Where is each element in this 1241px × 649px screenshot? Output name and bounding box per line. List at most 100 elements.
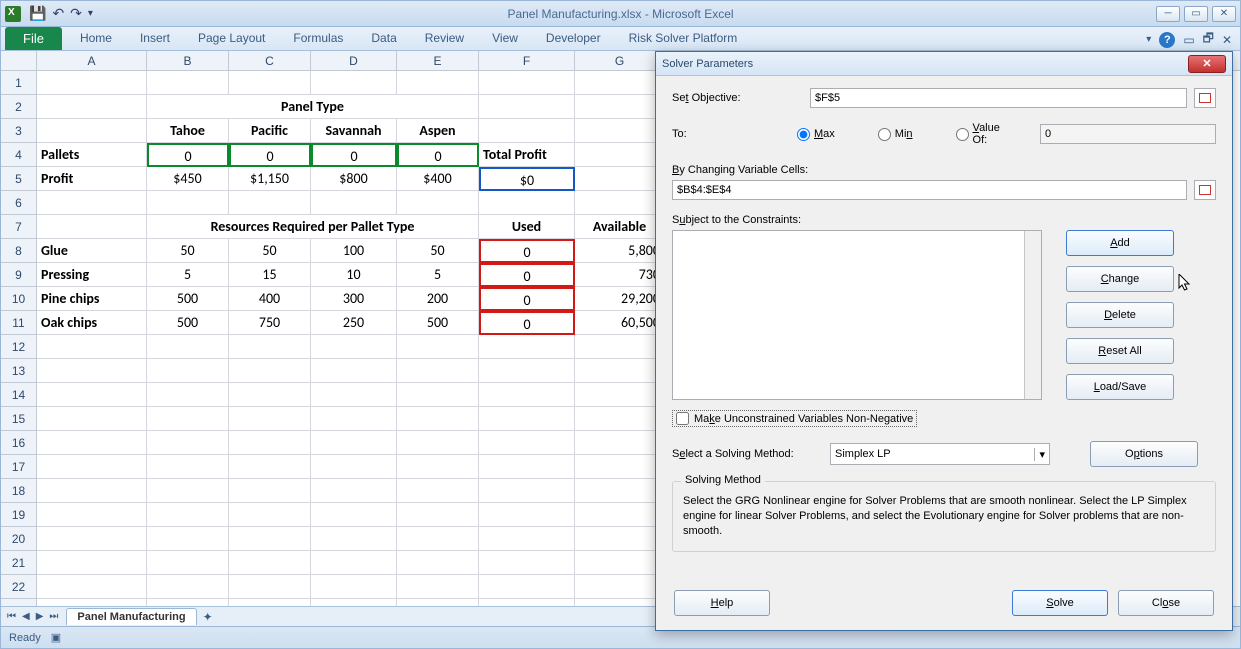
cell[interactable] bbox=[147, 431, 229, 455]
cell[interactable] bbox=[37, 71, 147, 95]
restore-button[interactable]: ▭ bbox=[1184, 6, 1208, 22]
radio-min[interactable]: Min bbox=[878, 128, 913, 141]
cell[interactable]: 300 bbox=[311, 287, 397, 311]
cell[interactable] bbox=[397, 527, 479, 551]
cell[interactable] bbox=[37, 527, 147, 551]
cell[interactable]: 5,800 bbox=[575, 239, 665, 263]
cell[interactable]: $0 bbox=[479, 167, 575, 191]
row-header[interactable]: 12 bbox=[1, 335, 37, 359]
cell[interactable] bbox=[147, 575, 229, 599]
cell[interactable]: 0 bbox=[229, 143, 311, 167]
row-header[interactable]: 18 bbox=[1, 479, 37, 503]
cell[interactable] bbox=[479, 335, 575, 359]
ribbon-tab-review[interactable]: Review bbox=[411, 26, 478, 50]
constraints-list[interactable] bbox=[672, 230, 1042, 400]
set-objective-picker[interactable] bbox=[1194, 88, 1216, 108]
cell[interactable]: 100 bbox=[311, 239, 397, 263]
cell[interactable] bbox=[479, 95, 575, 119]
sheet-nav-first-icon[interactable]: ⏮ bbox=[5, 611, 18, 622]
cell[interactable] bbox=[147, 71, 229, 95]
cell[interactable]: 0 bbox=[479, 239, 575, 263]
file-tab[interactable]: File bbox=[5, 27, 62, 50]
cell[interactable] bbox=[147, 527, 229, 551]
cell[interactable]: Glue bbox=[37, 239, 147, 263]
cell[interactable]: Pine chips bbox=[37, 287, 147, 311]
row-header[interactable]: 9 bbox=[1, 263, 37, 287]
radio-valueof-input[interactable] bbox=[956, 128, 969, 141]
cell[interactable] bbox=[479, 119, 575, 143]
col-header-c[interactable]: C bbox=[229, 51, 311, 70]
cell[interactable] bbox=[229, 527, 311, 551]
ribbon-tab-home[interactable]: Home bbox=[66, 26, 126, 50]
cell[interactable] bbox=[397, 383, 479, 407]
col-header-b[interactable]: B bbox=[147, 51, 229, 70]
row-header[interactable]: 11 bbox=[1, 311, 37, 335]
undo-icon[interactable]: ↶ bbox=[52, 5, 64, 22]
row-header[interactable]: 7 bbox=[1, 215, 37, 239]
row-header[interactable]: 19 bbox=[1, 503, 37, 527]
cell[interactable]: 400 bbox=[229, 287, 311, 311]
cell[interactable] bbox=[147, 455, 229, 479]
sheet-nav-prev-icon[interactable]: ◀ bbox=[20, 611, 32, 622]
radio-max[interactable]: Max bbox=[797, 128, 835, 141]
cell[interactable] bbox=[397, 431, 479, 455]
cell[interactable] bbox=[575, 479, 665, 503]
cell[interactable] bbox=[311, 551, 397, 575]
ribbon-tab-developer[interactable]: Developer bbox=[532, 26, 615, 50]
row-header[interactable]: 1 bbox=[1, 71, 37, 95]
unconstrained-checkbox-input[interactable] bbox=[676, 412, 689, 425]
cell[interactable] bbox=[37, 503, 147, 527]
unconstrained-checkbox[interactable]: Make Unconstrained Variables Non-Negativ… bbox=[672, 410, 917, 427]
col-header-d[interactable]: D bbox=[311, 51, 397, 70]
cell[interactable] bbox=[397, 335, 479, 359]
new-sheet-icon[interactable]: ✦ bbox=[203, 610, 213, 624]
cell[interactable]: 0 bbox=[397, 143, 479, 167]
cell[interactable]: Aspen bbox=[397, 119, 479, 143]
sheet-nav-last-icon[interactable]: ⏭ bbox=[47, 611, 60, 622]
cell[interactable]: 730 bbox=[575, 263, 665, 287]
solve-button[interactable]: Solve bbox=[1012, 590, 1108, 616]
row-header[interactable]: 17 bbox=[1, 455, 37, 479]
row-header[interactable]: 10 bbox=[1, 287, 37, 311]
cell[interactable] bbox=[479, 383, 575, 407]
cell[interactable] bbox=[37, 551, 147, 575]
cell[interactable] bbox=[229, 431, 311, 455]
cell[interactable] bbox=[37, 383, 147, 407]
cell[interactable] bbox=[37, 191, 147, 215]
cell[interactable] bbox=[479, 359, 575, 383]
ribbon-close-icon[interactable]: ✕ bbox=[1222, 33, 1232, 47]
cell[interactable] bbox=[311, 527, 397, 551]
ribbon-restore-icon[interactable]: 🗗 bbox=[1203, 29, 1214, 50]
cell[interactable] bbox=[575, 431, 665, 455]
cell[interactable] bbox=[37, 359, 147, 383]
set-objective-input[interactable] bbox=[810, 88, 1187, 108]
close-button[interactable]: Close bbox=[1118, 590, 1214, 616]
cell[interactable] bbox=[311, 191, 397, 215]
sheet-tab-panel-manufacturing[interactable]: Panel Manufacturing bbox=[66, 608, 196, 625]
cell[interactable]: $800 bbox=[311, 167, 397, 191]
cell[interactable] bbox=[397, 455, 479, 479]
cell[interactable]: Resources Required per Pallet Type bbox=[147, 215, 479, 239]
cell[interactable] bbox=[229, 551, 311, 575]
cell[interactable]: 750 bbox=[229, 311, 311, 335]
row-header[interactable]: 20 bbox=[1, 527, 37, 551]
ribbon-tab-formulas[interactable]: Formulas bbox=[279, 26, 357, 50]
minimize-button[interactable]: ─ bbox=[1156, 6, 1180, 22]
close-window-button[interactable]: ✕ bbox=[1212, 6, 1236, 22]
cell-panel-type[interactable]: Panel Type bbox=[147, 95, 479, 119]
cell[interactable] bbox=[575, 143, 665, 167]
cell[interactable] bbox=[575, 167, 665, 191]
solver-close-button[interactable]: ✕ bbox=[1188, 55, 1226, 73]
cell[interactable] bbox=[479, 503, 575, 527]
ribbon-min-icon[interactable]: ▭ bbox=[1183, 33, 1194, 47]
ribbon-dropdown-icon[interactable]: ▾ bbox=[1146, 34, 1151, 45]
cell[interactable]: 500 bbox=[397, 311, 479, 335]
cell[interactable] bbox=[479, 71, 575, 95]
cell[interactable] bbox=[229, 359, 311, 383]
cell[interactable] bbox=[147, 407, 229, 431]
cell[interactable]: 5 bbox=[147, 263, 229, 287]
help-icon[interactable]: ? bbox=[1159, 32, 1175, 48]
cell[interactable] bbox=[575, 71, 665, 95]
cell[interactable] bbox=[37, 575, 147, 599]
cell[interactable]: 50 bbox=[397, 239, 479, 263]
